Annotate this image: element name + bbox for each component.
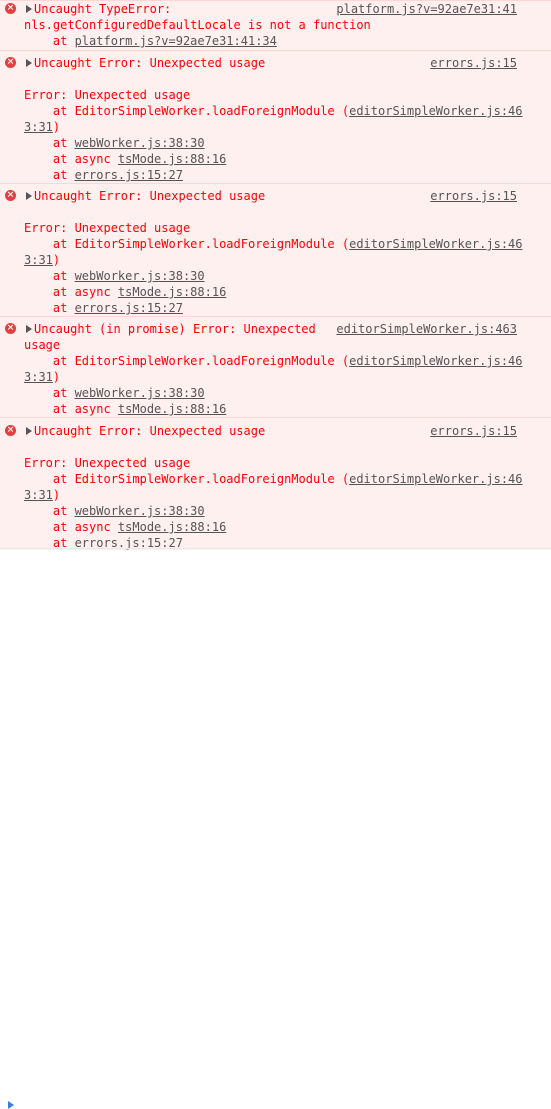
error-header-text[interactable]: Uncaught Error: Unexpected usage bbox=[34, 188, 265, 204]
console-error-entry: × Uncaught Error: Unexpected usage errors.… bbox=[0, 50, 551, 183]
console-panel: × Uncaught TypeError: nls.getConfiguredDef… bbox=[0, 0, 551, 566]
error-circle-icon: × bbox=[5, 3, 16, 14]
error-header-text[interactable]: usage bbox=[24, 337, 60, 353]
stack-frame-prefix: at EditorSimpleWorker.loadForeignModule … bbox=[24, 237, 350, 251]
stack-frame: at EditorSimpleWorker.loadForeignModule … bbox=[24, 471, 523, 487]
expand-triangle-icon[interactable] bbox=[26, 325, 32, 333]
error-message: Error: Unexpected usage bbox=[24, 221, 191, 235]
expand-triangle-icon[interactable] bbox=[26, 192, 32, 200]
error-header-text[interactable]: Uncaught Error: Unexpected usage bbox=[34, 55, 265, 71]
stack-frame-prefix: at bbox=[24, 168, 75, 182]
stack-frame-suffix: ) bbox=[52, 253, 61, 267]
stack-frame-link[interactable]: 3:31 bbox=[24, 488, 53, 502]
error-header-text[interactable]: Uncaught TypeError: bbox=[34, 1, 171, 17]
stack-frame-link[interactable]: webWorker.js:38:30 bbox=[75, 136, 205, 150]
error-message: Error: Unexpected usage bbox=[24, 88, 191, 102]
stack-frame: at EditorSimpleWorker.loadForeignModule … bbox=[24, 103, 523, 119]
console-input-line[interactable] bbox=[0, 548, 551, 1109]
stack-frame: 3:31) bbox=[24, 487, 60, 503]
stack-frame: at webWorker.js:38:30 bbox=[24, 385, 205, 401]
stack-frame-prefix: at EditorSimpleWorker.loadForeignModule … bbox=[24, 354, 350, 368]
error-circle-icon: × bbox=[5, 323, 16, 334]
stack-frame: at webWorker.js:38:30 bbox=[24, 268, 205, 284]
stack-frame-link[interactable]: webWorker.js:38:30 bbox=[75, 269, 205, 283]
stack-frame-prefix: at bbox=[24, 34, 75, 48]
source-link[interactable]: errors.js:15 bbox=[430, 188, 517, 204]
stack-frame: at async tsMode.js:88:16 bbox=[24, 401, 226, 417]
stack-frame-prefix: at bbox=[24, 301, 75, 315]
stack-frame: 3:31) bbox=[24, 369, 60, 385]
stack-frame-prefix: at bbox=[24, 136, 75, 150]
stack-frame: at webWorker.js:38:30 bbox=[24, 135, 205, 151]
stack-frame-link[interactable]: 3:31 bbox=[24, 120, 53, 134]
stack-frame-prefix: at bbox=[24, 269, 75, 283]
stack-frame-link[interactable]: 3:31 bbox=[24, 253, 53, 267]
stack-frame: at async tsMode.js:88:16 bbox=[24, 284, 226, 300]
stack-frame: at EditorSimpleWorker.loadForeignModule … bbox=[24, 353, 523, 369]
expand-triangle-icon[interactable] bbox=[26, 5, 32, 13]
stack-frame-prefix: at EditorSimpleWorker.loadForeignModule … bbox=[24, 104, 350, 118]
stack-frame: at EditorSimpleWorker.loadForeignModule … bbox=[24, 236, 523, 252]
stack-frame-link[interactable]: webWorker.js:38:30 bbox=[75, 504, 205, 518]
stack-frame: 3:31) bbox=[24, 252, 60, 268]
stack-frame-link[interactable]: errors.js:15:27 bbox=[75, 301, 183, 315]
error-header-text[interactable]: nls.getConfiguredDefaultLocale is not a … bbox=[24, 17, 371, 33]
expand-triangle-icon[interactable] bbox=[26, 427, 32, 435]
stack-frame-link[interactable]: 3:31 bbox=[24, 370, 53, 384]
stack-frame-link[interactable]: tsMode.js:88:16 bbox=[118, 152, 226, 166]
stack-frame-link[interactable]: editorSimpleWorker.js:46 bbox=[349, 237, 522, 251]
error-circle-icon: × bbox=[5, 425, 16, 436]
stack-frame-link[interactable]: webWorker.js:38:30 bbox=[75, 386, 205, 400]
console-error-entry: × Uncaught Error: Unexpected usage errors.… bbox=[0, 417, 551, 550]
error-header-text[interactable]: Uncaught Error: Unexpected usage bbox=[34, 423, 265, 439]
stack-frame: 3:31) bbox=[24, 119, 60, 135]
stack-frame: at errors.js:15:27 bbox=[24, 167, 183, 183]
console-error-entry: × Uncaught (in promise) Error: Unexpected… bbox=[0, 316, 551, 417]
error-message: Error: Unexpected usage bbox=[24, 456, 191, 470]
stack-frame-link[interactable]: tsMode.js:88:16 bbox=[118, 402, 226, 416]
console-prompt-icon bbox=[8, 1101, 14, 1109]
error-circle-icon: × bbox=[5, 57, 16, 68]
stack-frame-prefix: at async bbox=[24, 152, 118, 166]
stack-frame-suffix: ) bbox=[52, 120, 61, 134]
source-link[interactable]: platform.js?v=92ae7e31:41 bbox=[336, 1, 517, 17]
stack-frame: at async tsMode.js:88:16 bbox=[24, 519, 226, 535]
stack-frame: at platform.js?v=92ae7e31:41:34 bbox=[24, 33, 277, 49]
stack-frame: at errors.js:15:27 bbox=[24, 300, 183, 316]
stack-frame-prefix: at EditorSimpleWorker.loadForeignModule … bbox=[24, 472, 350, 486]
error-header-text[interactable]: Uncaught (in promise) Error: Unexpected bbox=[34, 321, 316, 337]
stack-frame: at webWorker.js:38:30 bbox=[24, 503, 205, 519]
stack-frame-suffix: ) bbox=[52, 370, 61, 384]
console-error-entry: × Uncaught Error: Unexpected usage errors.… bbox=[0, 183, 551, 316]
stack-frame-prefix: at async bbox=[24, 402, 118, 416]
stack-frame-prefix: at bbox=[24, 386, 75, 400]
expand-triangle-icon[interactable] bbox=[26, 59, 32, 67]
stack-frame-prefix: at async bbox=[24, 520, 118, 534]
stack-frame-link[interactable]: tsMode.js:88:16 bbox=[118, 285, 226, 299]
source-link[interactable]: editorSimpleWorker.js:463 bbox=[336, 321, 517, 337]
stack-frame-link[interactable]: editorSimpleWorker.js:46 bbox=[349, 472, 522, 486]
stack-frame-link[interactable]: platform.js?v=92ae7e31:41:34 bbox=[75, 34, 277, 48]
error-circle-icon: × bbox=[5, 190, 16, 201]
source-link[interactable]: errors.js:15 bbox=[430, 423, 517, 439]
stack-frame-link[interactable]: editorSimpleWorker.js:46 bbox=[349, 104, 522, 118]
stack-frame-link[interactable]: editorSimpleWorker.js:46 bbox=[349, 354, 522, 368]
stack-frame-link[interactable]: errors.js:15:27 bbox=[75, 168, 183, 182]
stack-frame-prefix: at bbox=[24, 504, 75, 518]
source-link[interactable]: errors.js:15 bbox=[430, 55, 517, 71]
stack-frame-suffix: ) bbox=[52, 488, 61, 502]
stack-frame-link[interactable]: tsMode.js:88:16 bbox=[118, 520, 226, 534]
stack-frame: at async tsMode.js:88:16 bbox=[24, 151, 226, 167]
console-error-entry: × Uncaught TypeError: nls.getConfiguredDef… bbox=[0, 0, 551, 50]
stack-frame-prefix: at async bbox=[24, 285, 118, 299]
